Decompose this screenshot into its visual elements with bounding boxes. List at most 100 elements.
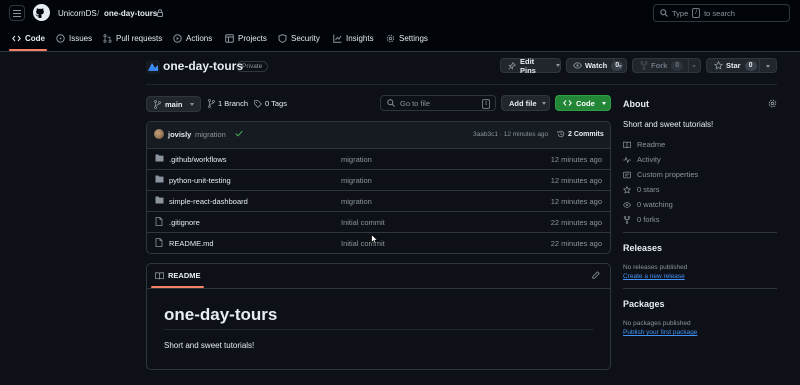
breadcrumb-repo[interactable]: one-day-tours bbox=[104, 9, 157, 18]
code-button-label: Code bbox=[576, 98, 595, 108]
about-description: Short and sweet tutorials! bbox=[623, 120, 714, 129]
chevron-down-icon bbox=[556, 64, 560, 67]
file-name[interactable]: .gitignore bbox=[169, 218, 200, 227]
commits-link[interactable]: 2 Commits bbox=[557, 130, 604, 138]
create-release-link[interactable]: Create a new release bbox=[623, 273, 685, 280]
sidebar-link-label: 0 stars bbox=[637, 185, 660, 194]
pin-icon bbox=[508, 61, 516, 70]
avatar[interactable] bbox=[154, 129, 164, 139]
repo-avatar-icon bbox=[146, 60, 160, 74]
packages-heading[interactable]: Packages bbox=[623, 299, 665, 309]
tab-projects[interactable]: Projects bbox=[225, 30, 267, 46]
sidebar-link-readme[interactable]: Readme bbox=[623, 140, 665, 149]
shield-icon bbox=[278, 33, 287, 43]
branches-link[interactable]: 1 Branch bbox=[208, 99, 248, 108]
file-commit-message[interactable]: migration bbox=[341, 155, 372, 164]
sidebar-link-label: 0 watching bbox=[637, 200, 673, 209]
sidebar-link-activity[interactable]: Activity bbox=[623, 155, 661, 164]
branch-selector[interactable]: main bbox=[146, 96, 201, 112]
fork-button: Fork 0 bbox=[632, 58, 701, 73]
file-row[interactable]: simple-react-dashboard migration 12 minu… bbox=[147, 191, 610, 212]
menu-button[interactable] bbox=[9, 5, 25, 21]
lock-icon bbox=[157, 9, 163, 17]
github-logo[interactable] bbox=[33, 4, 50, 23]
tab-insights[interactable]: Insights bbox=[333, 30, 374, 46]
commit-author[interactable]: jovisly bbox=[168, 130, 191, 139]
eye-icon bbox=[623, 201, 631, 209]
readme-tab[interactable]: README bbox=[155, 271, 201, 280]
tab-pull-requests[interactable]: Pull requests bbox=[103, 30, 162, 46]
commit-message[interactable]: migration bbox=[195, 130, 226, 139]
eye-icon bbox=[573, 62, 582, 69]
tab-settings[interactable]: Settings bbox=[386, 30, 428, 46]
sidebar-link-forks[interactable]: 0 forks bbox=[623, 215, 660, 224]
breadcrumb-owner[interactable]: UnicornDS bbox=[58, 9, 97, 18]
file-row[interactable]: python-unit-testing migration 12 minutes… bbox=[147, 170, 610, 191]
search-suffix: to search bbox=[704, 8, 735, 18]
edit-pins-label: Edit Pins bbox=[520, 56, 536, 75]
star-count: 0 bbox=[744, 60, 757, 71]
search-icon bbox=[660, 9, 668, 17]
file-name[interactable]: README.md bbox=[169, 239, 214, 248]
file-row[interactable]: .github/workflows migration 12 minutes a… bbox=[147, 149, 610, 170]
file-name[interactable]: python-unit-testing bbox=[169, 176, 231, 185]
github-octocat-icon bbox=[33, 4, 50, 21]
branch-name: main bbox=[165, 99, 183, 109]
folder-icon bbox=[155, 196, 164, 204]
sidebar-link-label: Custom properties bbox=[637, 170, 699, 179]
edit-pins-button[interactable]: Edit Pins bbox=[500, 56, 561, 75]
star-icon bbox=[714, 61, 723, 70]
folder-icon bbox=[155, 154, 164, 162]
go-to-file-input[interactable]: Go to file t bbox=[380, 95, 496, 111]
code-button[interactable]: Code bbox=[555, 95, 611, 111]
sidebar-link-custom-properties[interactable]: Custom properties bbox=[623, 170, 698, 179]
readme-panel: README one-day-tours Short and sweet tut… bbox=[146, 263, 611, 370]
chevron-down-icon[interactable] bbox=[618, 65, 622, 68]
file-icon bbox=[155, 238, 163, 247]
sidebar-link-label: 0 forks bbox=[637, 215, 660, 224]
file-commit-message[interactable]: migration bbox=[341, 176, 372, 185]
commits-count: 2 Commits bbox=[568, 130, 604, 138]
search-shortcut-key: / bbox=[692, 8, 701, 18]
tab-label: Issues bbox=[69, 33, 93, 43]
sidebar-link-watching[interactable]: 0 watching bbox=[623, 200, 673, 209]
branch-icon bbox=[154, 99, 161, 109]
watch-button[interactable]: Watch 0 bbox=[566, 58, 627, 73]
tags-count: 0 Tags bbox=[265, 99, 287, 108]
sidebar-link-label: Readme bbox=[637, 140, 666, 149]
file-row[interactable]: .gitignore Initial commit 22 minutes ago bbox=[147, 212, 610, 233]
commit-sha-time[interactable]: 3aab3c1 · 12 minutes ago bbox=[473, 131, 548, 138]
repo-title[interactable]: one-day-tours bbox=[163, 59, 243, 73]
readme-title: one-day-tours bbox=[164, 305, 278, 324]
fork-count: 0 bbox=[671, 60, 684, 71]
history-icon bbox=[557, 130, 565, 138]
tab-issues[interactable]: Issues bbox=[56, 30, 92, 46]
tab-actions[interactable]: Actions bbox=[173, 30, 212, 46]
check-icon bbox=[235, 130, 243, 137]
fork-label: Fork bbox=[651, 61, 668, 70]
chevron-down-icon[interactable] bbox=[766, 65, 770, 68]
releases-heading[interactable]: Releases bbox=[623, 243, 662, 253]
tags-link[interactable]: 0 Tags bbox=[254, 99, 287, 108]
tab-code[interactable]: Code bbox=[12, 30, 45, 46]
search-input[interactable]: Type / to search bbox=[653, 4, 790, 22]
sidebar-link-stars[interactable]: 0 stars bbox=[623, 185, 660, 194]
file-name[interactable]: simple-react-dashboard bbox=[169, 197, 248, 206]
file-commit-message[interactable]: Initial commit bbox=[341, 218, 385, 227]
file-commit-message[interactable]: migration bbox=[341, 197, 372, 206]
visibility-badge: Private bbox=[236, 61, 269, 72]
publish-package-link[interactable]: Publish your first package bbox=[623, 329, 697, 336]
tab-label: Code bbox=[25, 33, 45, 43]
hamburger-icon bbox=[13, 9, 21, 17]
star-button[interactable]: Star 0 bbox=[706, 58, 777, 73]
watch-label: Watch bbox=[585, 61, 608, 70]
search-icon bbox=[387, 99, 395, 107]
book-icon bbox=[623, 141, 631, 149]
active-tab-underline bbox=[9, 49, 47, 51]
gear-icon[interactable] bbox=[768, 99, 777, 108]
pencil-icon[interactable] bbox=[592, 271, 600, 279]
add-file-button[interactable]: Add file bbox=[501, 95, 550, 111]
sidebar-link-label: Activity bbox=[637, 155, 661, 164]
file-name[interactable]: .github/workflows bbox=[169, 155, 227, 164]
tab-security[interactable]: Security bbox=[278, 30, 320, 46]
